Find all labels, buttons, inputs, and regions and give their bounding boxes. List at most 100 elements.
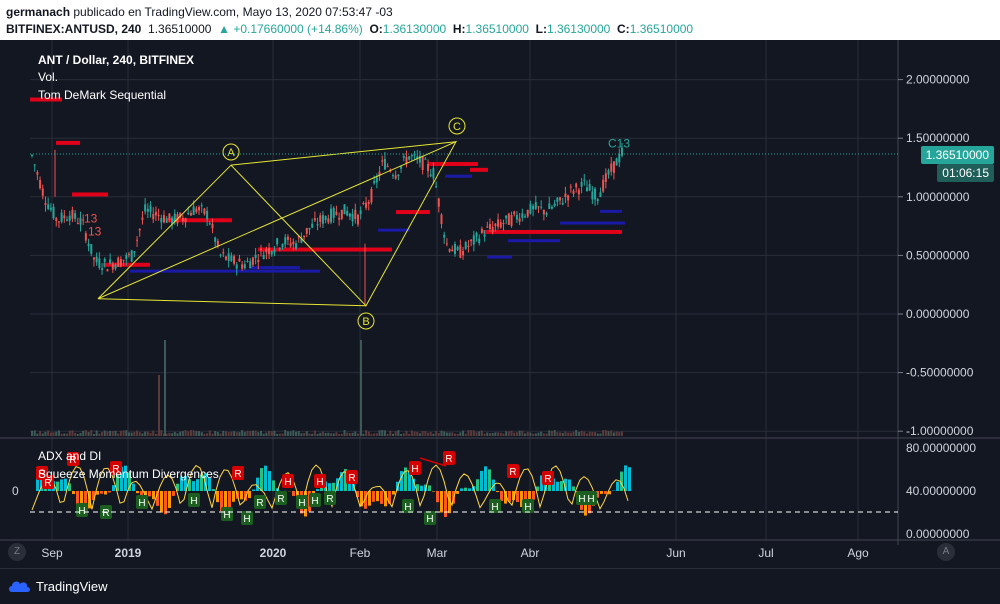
volume-legend: Vol. <box>38 70 58 84</box>
candle-body <box>198 207 200 210</box>
candle-body <box>395 175 397 178</box>
candle-body <box>325 216 327 220</box>
volume-bar <box>203 434 205 436</box>
candle-body <box>31 155 33 156</box>
signal-badge-label: H <box>587 494 594 505</box>
candle-body <box>376 177 378 182</box>
candle-body <box>586 187 588 191</box>
candle-body <box>481 229 483 233</box>
time-tick-label: Feb <box>350 546 371 560</box>
chart-svg[interactable]: C131313 ABC RRRRRHHRHRRRHRHHHHRRHHRHHHHH… <box>0 40 1000 568</box>
td-count-label: C13 <box>608 137 630 151</box>
time-tick-label: Ago <box>847 546 869 560</box>
volume-bar <box>303 433 305 436</box>
momentum-bar <box>228 491 231 508</box>
volume-bar <box>352 433 354 436</box>
volume-bar <box>120 431 122 436</box>
auto-scale-button[interactable]: A <box>937 543 955 561</box>
volume-bar <box>368 432 370 436</box>
volume-bar <box>150 433 152 436</box>
candle-body <box>500 222 502 227</box>
candle-body <box>497 219 499 226</box>
author-name[interactable]: germanach <box>6 5 70 19</box>
volume-bar <box>255 430 257 436</box>
volume-bar <box>473 430 475 436</box>
candle-body <box>357 215 359 225</box>
volume-bar <box>241 430 243 436</box>
candle-body <box>338 218 340 220</box>
volume-bar <box>244 432 246 436</box>
candle-body <box>484 234 486 236</box>
volume-bar <box>44 432 46 436</box>
volume-bar <box>376 433 378 436</box>
candle-body <box>430 175 432 177</box>
price-tick-label: 2.00000000 <box>906 73 970 87</box>
candle-body <box>438 199 440 207</box>
td-support-level <box>445 175 472 178</box>
candle-body <box>470 240 472 241</box>
candle-body <box>616 158 618 165</box>
volume-bar <box>540 432 542 436</box>
candle-body <box>513 211 515 214</box>
volume-bar <box>346 433 348 436</box>
momentum-bar <box>560 481 563 491</box>
volume-bar <box>101 432 103 436</box>
momentum-bar <box>444 491 447 517</box>
candle-body <box>220 255 222 256</box>
momentum-bar <box>108 491 111 492</box>
candle-body <box>317 224 319 225</box>
candle-body <box>527 210 529 217</box>
candle-body <box>524 216 526 217</box>
td-legend: Tom DeMark Sequential <box>38 88 166 102</box>
volume-bar <box>564 432 566 436</box>
volume-bar <box>591 432 593 436</box>
momentum-bar <box>112 485 115 491</box>
candle-body <box>381 160 383 161</box>
candle-body <box>290 243 292 246</box>
volume-bar <box>403 433 405 436</box>
candle-body <box>233 256 235 264</box>
volume-bar <box>519 431 521 436</box>
tradingview-logo[interactable]: TradingView <box>8 578 108 594</box>
volume-bar <box>505 431 507 436</box>
candle-body <box>155 212 157 216</box>
volume-bar <box>597 433 599 436</box>
td-resistance-level <box>72 192 108 196</box>
volume-bar <box>198 431 200 436</box>
candle-body <box>505 216 507 219</box>
momentum-bar <box>248 491 251 498</box>
momentum-bar <box>72 491 75 494</box>
candle-body <box>344 204 346 214</box>
signal-badge-label: R <box>445 454 452 465</box>
sub-tick-label: 80.00000000 <box>906 441 976 455</box>
momentum-bar <box>332 483 335 491</box>
td-support-level <box>560 222 625 225</box>
candle-body <box>599 192 601 197</box>
open-value: 1.36130000 <box>383 22 446 36</box>
volume-bar <box>621 431 623 436</box>
candle-body <box>502 223 504 224</box>
time-tick-label: Mar <box>427 546 448 560</box>
candle-body <box>63 215 65 218</box>
chart-area[interactable]: C131313 ABC RRRRRHHRHRRRHRHHHHRRHHRHHHHH… <box>0 40 1000 603</box>
volume-bar <box>230 432 232 436</box>
volume-bar <box>257 432 259 436</box>
td-support-level <box>508 239 560 242</box>
candle-body <box>36 172 38 175</box>
zoom-button[interactable]: Z <box>8 543 26 561</box>
volume-bar <box>201 432 203 436</box>
volume-bar <box>457 434 459 436</box>
candle-body <box>387 166 389 167</box>
volume-bar <box>500 433 502 436</box>
volume-bar <box>214 431 216 436</box>
candle-body <box>185 218 187 222</box>
momentum-bar <box>192 481 195 491</box>
volume-bar <box>360 340 362 436</box>
volume-bar <box>182 431 184 436</box>
momentum-bar <box>392 491 395 495</box>
candle-body <box>238 259 240 262</box>
candle-body <box>53 207 55 218</box>
candle-body <box>330 209 332 223</box>
td-resistance-level <box>428 162 478 166</box>
candle-body <box>203 209 205 214</box>
